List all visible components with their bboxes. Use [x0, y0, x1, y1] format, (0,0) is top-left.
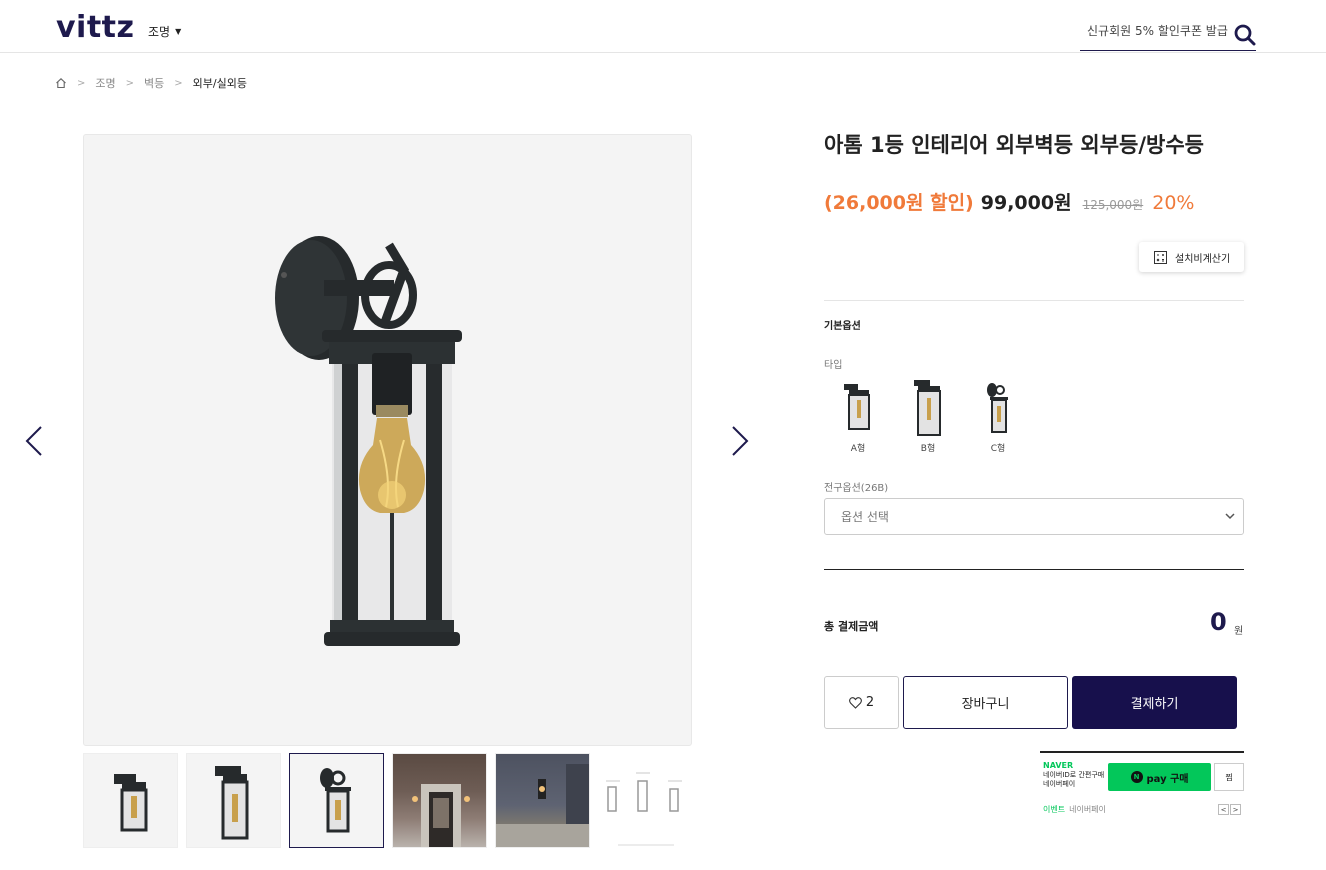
product-title: 아톰 1등 인테리어 외부벽등 외부등/방수등 [824, 133, 1204, 157]
next-image-arrow-icon[interactable] [730, 425, 750, 457]
total-amount: 0 [1210, 608, 1227, 636]
thumbnail-type-b[interactable] [186, 753, 281, 848]
caret-down-icon: ▼ [175, 27, 182, 36]
lamp-c-icon [987, 383, 1008, 433]
price-row: (26,000원 할인) 99,000원 125,000원 20% [824, 188, 1194, 215]
discount-amount: (26,000원 할인) [824, 192, 974, 214]
sale-price: 99,000원 [980, 192, 1072, 214]
lamp-b-thumb-icon [215, 766, 249, 840]
breadcrumb-separator: > [174, 77, 183, 89]
naver-pay-desc: 네이버ID로 간편구매 네이버페이 [1043, 771, 1105, 788]
type-option-c[interactable]: C형 [974, 378, 1022, 454]
search-input[interactable] [1080, 24, 1230, 38]
naver-wish-button[interactable]: 찜 [1214, 763, 1244, 791]
discount-rate: 20% [1152, 192, 1195, 214]
type-option-label: C형 [990, 444, 1006, 454]
naver-event[interactable]: 이벤트 네이버페이 [1043, 804, 1106, 815]
total-label: 총 결제금액 [824, 620, 879, 633]
checkout-button[interactable]: 결제하기 [1072, 676, 1237, 729]
breadcrumb-current: 외부/실외등 [192, 77, 247, 90]
type-option-label: B형 [920, 444, 936, 454]
breadcrumb-item-wall-light[interactable]: 벽등 [144, 75, 164, 91]
bulb-option-label: 전구옵션(26B) [824, 483, 889, 494]
type-option-b[interactable]: B형 [904, 378, 952, 454]
type-option-a[interactable]: A형 [834, 378, 882, 454]
lamp-c-thumb-icon [320, 768, 351, 833]
thumbnail-size-diagram[interactable] [598, 753, 693, 848]
lamp-illustration [275, 236, 462, 646]
thumbnail-type-a[interactable] [83, 753, 178, 848]
wall-photo-icon [496, 764, 589, 847]
original-price: 125,000원 [1082, 198, 1144, 212]
naver-brand: NAVER [1043, 761, 1074, 770]
header: vittz 조명 ▼ [0, 0, 1326, 53]
naver-next-icon[interactable]: > [1230, 804, 1241, 815]
lamp-b-icon [914, 380, 941, 436]
wishlist-count: 2 [865, 695, 875, 710]
naver-pay-buy-button[interactable]: N pay 구매 [1108, 763, 1211, 791]
thumbnail-strip [83, 753, 693, 848]
lamp-a-icon [844, 384, 870, 430]
logo[interactable]: vittz [56, 10, 134, 45]
lamp-a-thumb-icon [114, 774, 148, 832]
bulb-option-select[interactable]: 옵션 선택 [824, 498, 1244, 535]
type-label: 타입 [824, 360, 843, 371]
category-menu[interactable]: 조명 ▼ [148, 23, 181, 40]
category-menu-label: 조명 [148, 25, 171, 39]
type-options: A형 B형 C형 [834, 378, 1022, 454]
breadcrumb-separator: > [125, 77, 135, 89]
calc-button-label: 설치비계산기 [1175, 253, 1231, 265]
wishlist-button[interactable]: 2 [824, 676, 899, 729]
naver-n-icon: N [1130, 771, 1143, 783]
thumbnail-install-photo-2[interactable] [495, 753, 590, 848]
prev-image-arrow-icon[interactable] [24, 425, 44, 457]
calculator-icon [1154, 250, 1167, 264]
thumbnail-type-c[interactable] [289, 753, 384, 848]
basic-option-label: 기본옵션 [824, 321, 861, 332]
search-box [1080, 18, 1256, 51]
naver-event-tag: 이벤트 [1043, 805, 1066, 814]
home-icon[interactable] [55, 77, 67, 89]
thumbnail-install-photo-1[interactable] [392, 753, 487, 848]
divider [824, 300, 1244, 301]
search-icon[interactable] [1234, 24, 1256, 46]
size-diagram-icon [606, 772, 682, 846]
add-to-cart-button[interactable]: 장바구니 [903, 676, 1068, 729]
breadcrumb-separator: > [77, 77, 86, 89]
install-cost-calculator-button[interactable]: 설치비계산기 [1139, 242, 1244, 272]
heart-icon [848, 696, 862, 709]
divider [824, 569, 1244, 570]
naver-pay-widget: NAVER 네이버ID로 간편구매 네이버페이 N pay 구매 찜 이벤트 네이… [1040, 751, 1244, 817]
naver-pager: < > [1218, 804, 1241, 815]
breadcrumb: > 조명 > 벽등 > 외부/실외등 [55, 75, 247, 91]
main-product-image [83, 134, 692, 746]
naver-pay-buy-label: pay 구매 [1146, 773, 1189, 785]
naver-prev-icon[interactable]: < [1218, 804, 1229, 815]
naver-event-text: 네이버페이 [1069, 805, 1106, 814]
total-unit: 원 [1234, 626, 1244, 637]
breadcrumb-item-lighting[interactable]: 조명 [95, 75, 115, 91]
option-select-value: 옵션 선택 [841, 510, 889, 524]
type-option-label: A형 [850, 444, 866, 454]
door-photo-icon [412, 784, 470, 847]
chevron-down-icon [1225, 513, 1235, 520]
